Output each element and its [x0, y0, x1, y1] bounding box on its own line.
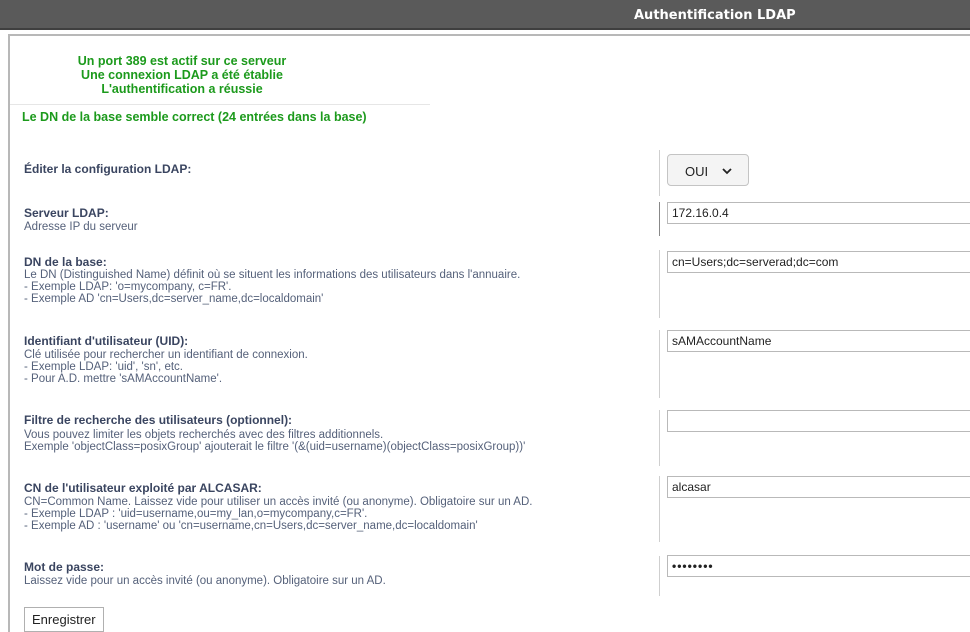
password-input[interactable] [667, 555, 970, 577]
column-divider [659, 202, 660, 236]
status-connection: Une connexion LDAP a été établie [81, 68, 283, 82]
bind-user-label: CN de l'utilisateur exploité par ALCASAR… [24, 481, 262, 495]
uid-desc: Clé utilisée pour rechercher un identifi… [24, 349, 308, 385]
password-label: Mot de passe: [24, 560, 105, 574]
base-dn-label: DN de la base: [24, 255, 107, 269]
title-bar: Authentification LDAP [0, 0, 970, 30]
edit-config-select[interactable]: OUI [667, 154, 749, 186]
status-messages: Un port 389 est actif sur ce serveur Une… [22, 54, 342, 96]
server-label: Serveur LDAP: [24, 206, 109, 220]
filter-label: Filtre de recherche des utilisateurs (op… [24, 413, 293, 427]
column-divider [659, 250, 660, 318]
server-input[interactable] [667, 202, 970, 224]
filter-input[interactable] [667, 410, 970, 432]
column-divider [659, 476, 660, 542]
server-desc: Adresse IP du serveur [24, 221, 138, 233]
filter-desc: Vous pouvez limiter les objets recherché… [24, 429, 526, 453]
uid-input[interactable] [667, 330, 970, 352]
password-desc: Laissez vide pour un accès invité (ou an… [24, 575, 386, 587]
uid-label: Identifiant d'utilisateur (UID): [24, 334, 189, 348]
base-dn-input[interactable] [667, 251, 970, 273]
status-auth: L'authentification a réussie [101, 82, 263, 96]
divider [10, 104, 430, 105]
save-button[interactable]: Enregistrer [24, 607, 104, 632]
bind-user-input[interactable] [667, 476, 970, 498]
chevron-down-icon [722, 168, 732, 175]
page-title: Authentification LDAP [634, 8, 796, 23]
edit-config-label: Éditer la configuration LDAP: [24, 162, 192, 176]
edit-config-value: OUI [685, 164, 709, 179]
column-divider [659, 330, 660, 398]
column-divider [659, 150, 660, 196]
bind-user-desc: CN=Common Name. Laissez vide pour utilis… [24, 496, 533, 532]
column-divider [659, 556, 660, 596]
base-dn-desc: Le DN (Distinguished Name) définit où se… [24, 269, 521, 305]
status-port: Un port 389 est actif sur ce serveur [77, 54, 287, 68]
column-divider [659, 410, 660, 466]
status-dn: Le DN de la base semble correct (24 entr… [22, 110, 367, 124]
